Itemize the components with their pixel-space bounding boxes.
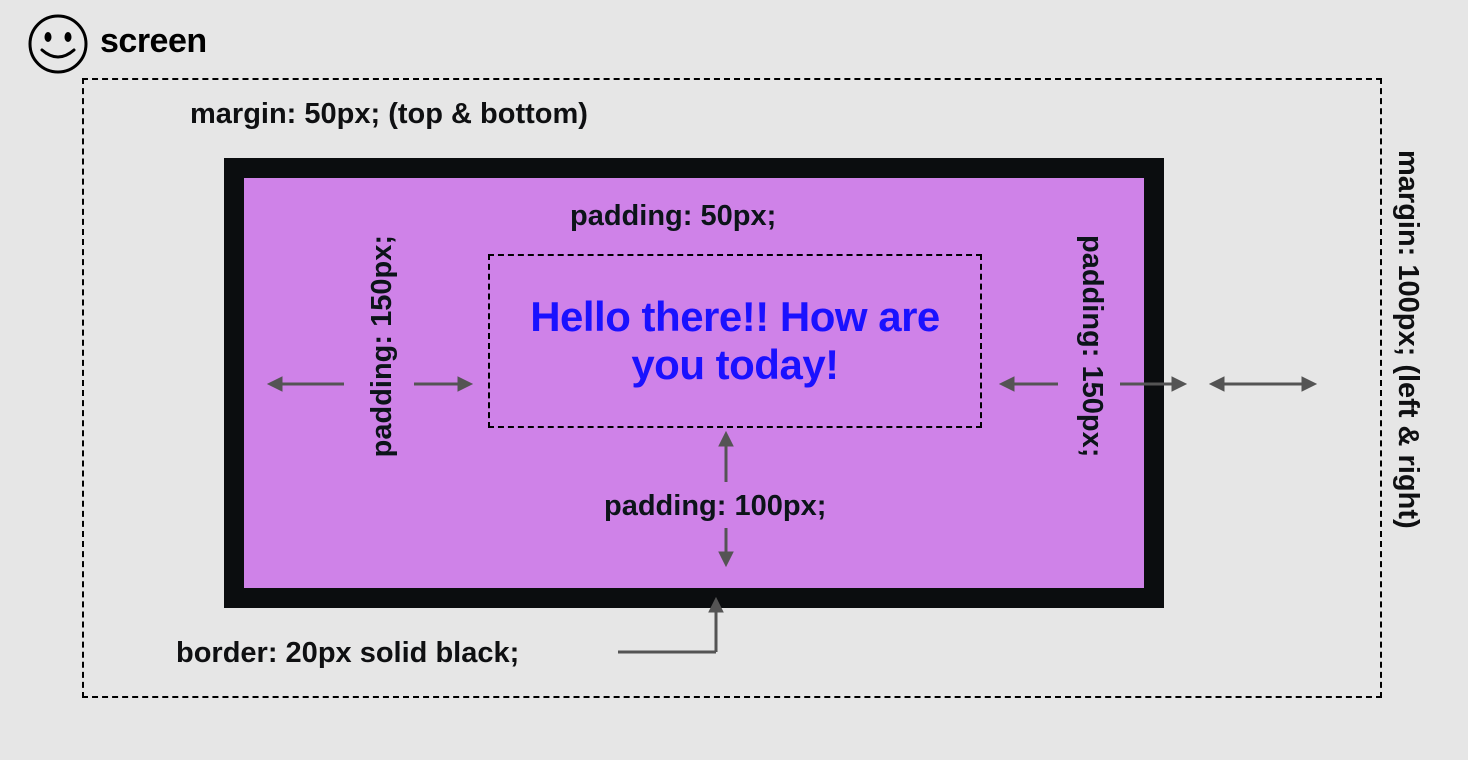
border-label: border: 20px solid black; xyxy=(176,637,519,670)
margin-right-double-arrow xyxy=(1208,372,1318,396)
smiley-icon xyxy=(26,12,90,76)
border-connector-arrow xyxy=(618,596,748,656)
padding-left-arrow-right xyxy=(412,372,474,396)
padding-top-label: padding: 50px; xyxy=(570,200,776,233)
padding-right-arrow-left xyxy=(998,372,1060,396)
margin-top-bottom-label: margin: 50px; (top & bottom) xyxy=(190,98,588,131)
padding-right-arrow-right xyxy=(1118,372,1188,396)
padding-bottom-double-arrow xyxy=(714,430,738,568)
padding-left-arrow-left xyxy=(266,372,346,396)
screen-title: screen xyxy=(100,22,207,61)
padding-left-label: padding: 150px; xyxy=(366,235,399,457)
margin-left-right-label: margin: 100px; (left & right) xyxy=(1391,150,1424,529)
content-text: Hello there!! How are you today! xyxy=(490,293,980,390)
content-dashed-box: Hello there!! How are you today! xyxy=(488,254,982,428)
padding-right-label: padding: 150px; xyxy=(1075,235,1108,457)
